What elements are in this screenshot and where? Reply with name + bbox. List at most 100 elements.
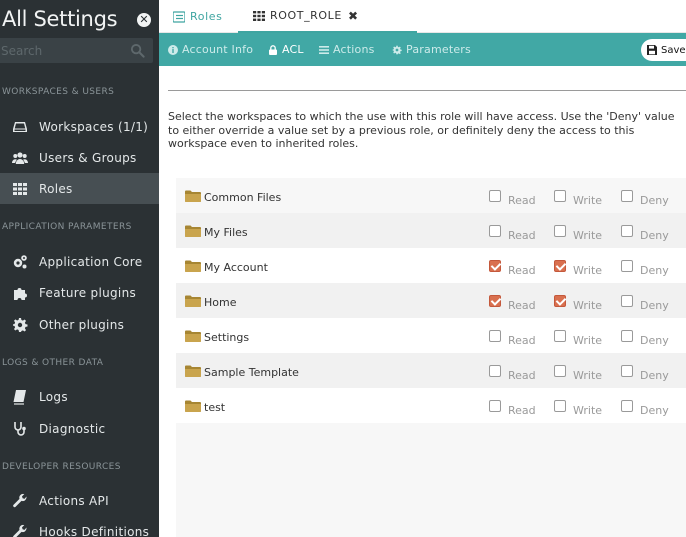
read-checkbox[interactable] (489, 225, 501, 237)
tab-roles[interactable]: Roles (173, 0, 222, 33)
info-icon (168, 44, 178, 55)
workspace-row: Settings Read Write Deny (176, 318, 686, 353)
tab-bar: Roles ROOT_ROLE ✖ (159, 0, 686, 33)
write-checkbox[interactable] (554, 295, 566, 307)
puzzle-icon (11, 284, 28, 301)
divider (168, 90, 686, 91)
book-icon (11, 388, 28, 405)
sidebar-item-feature-plugins[interactable]: Feature plugins (0, 277, 159, 308)
sidebar-item-label: Logs (39, 389, 68, 404)
read-checkbox[interactable] (489, 260, 501, 272)
read-permission: Read (489, 260, 536, 277)
sidebar-item-logs[interactable]: Logs (0, 381, 159, 412)
grid-icon (253, 10, 265, 21)
sidebar-item-diagnostic[interactable]: Diagnostic (0, 413, 159, 444)
deny-checkbox[interactable] (621, 400, 633, 412)
write-checkbox[interactable] (554, 400, 566, 412)
tab-parameters[interactable]: Parameters (392, 33, 471, 66)
write-label: Write (573, 229, 603, 242)
tab-actions[interactable]: Actions (319, 33, 375, 66)
lock-icon (269, 44, 277, 55)
sidebar-item-other-plugins[interactable]: Other plugins (0, 309, 159, 340)
folder-icon (185, 225, 201, 237)
deny-checkbox[interactable] (621, 330, 633, 342)
read-permission: Read (489, 190, 536, 207)
read-checkbox[interactable] (489, 400, 501, 412)
section-workspaces-users: WORKSPACES & USERS (2, 87, 115, 97)
search-input[interactable] (0, 38, 120, 63)
wrench-icon (11, 492, 28, 509)
deny-permission: Deny (621, 330, 669, 347)
workspace-row: My Account Read Write Deny (176, 248, 686, 283)
sub-toolbar: Account Info ACL Actions Parameters Save (159, 33, 686, 66)
search-box (0, 38, 153, 63)
sidebar-item-roles[interactable]: Roles (0, 173, 159, 204)
menu-icon (319, 45, 329, 54)
subtab-label: Actions (333, 43, 375, 56)
read-permission: Read (489, 365, 536, 382)
deny-permission: Deny (621, 225, 669, 242)
list-icon (173, 10, 185, 23)
read-permission: Read (489, 295, 536, 312)
write-checkbox[interactable] (554, 225, 566, 237)
deny-checkbox[interactable] (621, 190, 633, 202)
sidebar-item-hooks-definitions[interactable]: Hooks Definitions (0, 516, 159, 537)
tab-acl[interactable]: ACL (268, 33, 304, 66)
section-logs-other-data: LOGS & OTHER DATA (2, 358, 104, 368)
sidebar-item-label: Diagnostic (39, 421, 106, 436)
deny-checkbox[interactable] (621, 295, 633, 307)
deny-checkbox[interactable] (621, 260, 633, 272)
write-checkbox[interactable] (554, 260, 566, 272)
close-tab-icon[interactable]: ✖ (348, 9, 359, 23)
tab-account-info[interactable]: Account Info (168, 33, 253, 66)
write-permission: Write (554, 190, 602, 207)
workspace-name: Sample Template (204, 366, 299, 379)
read-label: Read (508, 264, 536, 277)
workspace-row: Home Read Write Deny (176, 283, 686, 318)
deny-checkbox[interactable] (621, 365, 633, 377)
sidebar-item-workspaces[interactable]: Workspaces (1/1) (0, 111, 159, 142)
acl-description: Select the workspaces to which the use w… (168, 110, 675, 150)
folder-icon (185, 400, 201, 412)
write-checkbox[interactable] (554, 190, 566, 202)
deny-label: Deny (640, 264, 669, 277)
sidebar-item-application-core[interactable]: Application Core (0, 246, 159, 277)
read-checkbox[interactable] (489, 330, 501, 342)
write-checkbox[interactable] (554, 330, 566, 342)
sidebar-item-users-groups[interactable]: Users & Groups (0, 142, 159, 173)
search-icon[interactable] (130, 43, 145, 58)
read-label: Read (508, 369, 536, 382)
read-checkbox[interactable] (489, 295, 501, 307)
workspace-row: Common Files Read Write Deny (176, 178, 686, 213)
wrench-icon (11, 523, 28, 537)
close-icon[interactable]: ✕ (137, 13, 151, 27)
workspace-name: Home (204, 296, 237, 309)
deny-permission: Deny (621, 295, 669, 312)
deny-checkbox[interactable] (621, 225, 633, 237)
gear-icon (11, 316, 28, 333)
tab-label: Roles (190, 10, 223, 23)
tab-root-role[interactable]: ROOT_ROLE ✖ (238, 0, 417, 33)
workspace-acl-list: Common Files Read Write Deny My Files Read Wri… (176, 178, 686, 537)
read-checkbox[interactable] (489, 365, 501, 377)
read-checkbox[interactable] (489, 190, 501, 202)
sidebar-item-actions-api[interactable]: Actions API (0, 485, 159, 516)
deny-label: Deny (640, 404, 669, 417)
sidebar-item-label: Feature plugins (39, 285, 137, 300)
deny-permission: Deny (621, 260, 669, 277)
subtab-label: ACL (282, 43, 304, 56)
sidebar-item-label: Actions API (39, 493, 109, 508)
read-label: Read (508, 229, 536, 242)
deny-label: Deny (640, 334, 669, 347)
sidebar-item-label: Other plugins (39, 317, 125, 332)
workspace-row: My Files Read Write Deny (176, 213, 686, 248)
drive-icon (11, 118, 28, 135)
subtab-label: Account Info (182, 43, 254, 56)
write-checkbox[interactable] (554, 365, 566, 377)
write-permission: Write (554, 330, 602, 347)
save-button[interactable]: Save (641, 39, 686, 61)
subtab-label: Parameters (406, 43, 471, 56)
floppy-icon (647, 45, 657, 55)
write-label: Write (573, 264, 603, 277)
deny-permission: Deny (621, 400, 669, 417)
